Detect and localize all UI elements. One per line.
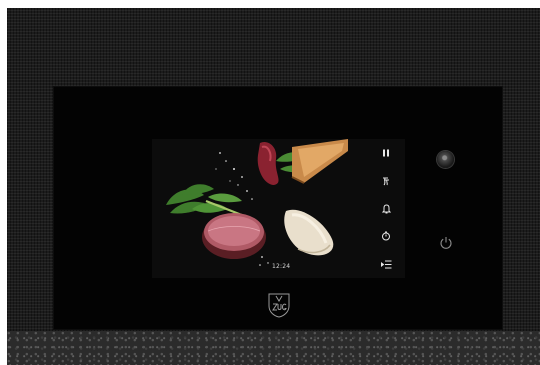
timer-icon[interactable] (376, 226, 396, 246)
pause-icon[interactable] (376, 143, 396, 163)
bell-icon[interactable] (376, 199, 396, 219)
time-display: 12:24 (272, 263, 291, 270)
granite-countertop (7, 331, 540, 365)
vzug-logo (268, 293, 290, 318)
steam-icon[interactable] (376, 171, 396, 191)
food-image (166, 139, 348, 266)
rotary-knob[interactable] (437, 151, 454, 168)
menu-list-icon[interactable] (376, 254, 396, 274)
power-icon[interactable] (439, 236, 453, 250)
touch-display[interactable]: 12:24 (152, 139, 405, 278)
display-side-menu (375, 143, 397, 274)
